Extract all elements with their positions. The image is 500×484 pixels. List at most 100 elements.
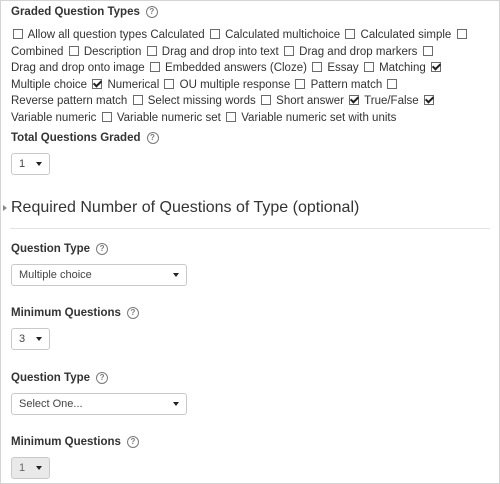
question-type-value: Select One...: [19, 398, 83, 410]
question-type-option: Drag and drop onto image: [11, 62, 162, 74]
question-type-option: Drag and drop into text: [162, 45, 296, 58]
question-type-option-label[interactable]: Numerical: [107, 79, 159, 91]
question-type-option-label[interactable]: Drag and drop into text: [162, 46, 279, 58]
question-type-option-label[interactable]: Matching: [379, 62, 426, 74]
collapse-arrow-icon[interactable]: [3, 205, 7, 211]
question-type-select[interactable]: Multiple choice: [11, 264, 187, 286]
question-type-option-label[interactable]: Embedded answers (Cloze): [165, 62, 307, 74]
question-type-option-label[interactable]: Select missing words: [148, 95, 256, 107]
checkbox[interactable]: [423, 95, 434, 105]
help-icon[interactable]: ?: [146, 132, 159, 144]
checkbox[interactable]: [260, 95, 271, 105]
question-type-option-label[interactable]: Essay: [327, 62, 358, 74]
question-type-option-label[interactable]: Calculated multichoice: [225, 29, 340, 41]
checkbox[interactable]: [68, 45, 79, 56]
minimum-questions-value: 3: [19, 333, 26, 345]
checkbox[interactable]: [209, 29, 220, 39]
graded-types-label-row: Graded Question Types ?: [11, 6, 158, 18]
question-type-option: Combined: [11, 45, 81, 58]
question-type-option: Select missing words: [148, 95, 273, 107]
question-type-option-label[interactable]: Description: [84, 46, 142, 58]
minimum-questions-label-row: Minimum Questions ?: [11, 436, 139, 448]
checkbox[interactable]: [283, 45, 294, 56]
caret-down-icon: [36, 466, 42, 470]
minimum-questions-select[interactable]: 3: [11, 328, 50, 350]
checkbox[interactable]: [101, 111, 112, 122]
question-type-option-label[interactable]: Allow all question types: [28, 29, 148, 41]
question-type-option-label[interactable]: Variable numeric set with units: [241, 112, 396, 124]
checkbox[interactable]: [345, 29, 356, 39]
caret-down-icon: [173, 273, 179, 277]
question-type-option-label[interactable]: Variable numeric set: [117, 112, 221, 124]
question-type-option: Numerical: [107, 78, 176, 91]
minimum-questions-label: Minimum Questions: [11, 307, 121, 319]
help-icon[interactable]: ?: [126, 436, 139, 448]
question-type-label-row: Question Type ?: [11, 372, 109, 384]
question-types-list: Allow all question types Calculated Calc…: [11, 27, 491, 126]
total-questions-value: 1: [19, 158, 26, 170]
question-type-option: Variable numeric set with units: [241, 112, 396, 124]
question-type-option-label[interactable]: OU multiple response: [180, 79, 291, 91]
checkbox[interactable]: [456, 29, 467, 39]
question-type-option: Calculated multichoice: [225, 29, 357, 41]
checkbox[interactable]: [387, 78, 398, 89]
checkbox[interactable]: [146, 45, 157, 56]
caret-down-icon: [36, 337, 42, 341]
question-type-option: Drag and drop markers: [299, 45, 434, 58]
question-type-option: Short answer: [276, 95, 361, 107]
checkbox[interactable]: [349, 95, 360, 105]
question-type-option-label[interactable]: Variable numeric: [11, 112, 96, 124]
question-type-label-row: Question Type ?: [11, 243, 109, 255]
help-icon[interactable]: ?: [96, 372, 109, 384]
question-type-option: Embedded answers (Cloze): [165, 62, 324, 74]
question-type-select[interactable]: Select One...: [11, 393, 187, 415]
checkbox[interactable]: [92, 78, 103, 89]
total-label-row: Total Questions Graded ?: [11, 132, 159, 144]
question-type-option: Multiple choice: [11, 78, 104, 91]
question-type-option: Matching: [379, 62, 443, 74]
checkbox[interactable]: [13, 29, 23, 39]
question-type-option: Allow all question types: [11, 29, 147, 41]
question-type-label: Question Type: [11, 243, 91, 255]
checkbox[interactable]: [164, 78, 175, 89]
graded-types-label: Graded Question Types: [11, 6, 140, 18]
question-type-value: Multiple choice: [19, 269, 92, 281]
question-type-option-label[interactable]: Reverse pattern match: [11, 95, 127, 107]
checkbox[interactable]: [295, 78, 306, 89]
question-type-option: Reverse pattern match: [11, 95, 145, 107]
question-type-option-label[interactable]: Multiple choice: [11, 79, 87, 91]
minimum-questions-label: Minimum Questions: [11, 436, 121, 448]
section-title[interactable]: Required Number of Questions of Type (op…: [11, 199, 359, 217]
section-divider: [10, 228, 490, 229]
help-icon[interactable]: ?: [145, 6, 158, 18]
checkbox[interactable]: [226, 111, 237, 122]
question-type-option: Essay: [327, 62, 376, 74]
checkbox[interactable]: [132, 95, 143, 105]
question-type-option-label[interactable]: Drag and drop markers: [299, 46, 417, 58]
checkbox[interactable]: [430, 62, 441, 72]
question-type-option: True/False: [364, 95, 436, 107]
minimum-questions-select-disabled: 1: [11, 457, 50, 479]
help-icon[interactable]: ?: [96, 243, 109, 255]
checkbox[interactable]: [363, 62, 374, 72]
question-type-option: Variable numeric: [11, 111, 114, 124]
question-type-option-label[interactable]: Drag and drop onto image: [11, 62, 145, 74]
question-type-option: Calculated: [150, 29, 222, 41]
checkbox[interactable]: [422, 45, 433, 56]
minimum-questions-label-row: Minimum Questions ?: [11, 307, 139, 319]
question-type-option: Calculated simple: [361, 29, 469, 41]
question-type-option-label[interactable]: Combined: [11, 46, 63, 58]
caret-down-icon: [36, 162, 42, 166]
help-icon[interactable]: ?: [126, 307, 139, 319]
question-type-option-label[interactable]: Calculated simple: [361, 29, 452, 41]
checkbox[interactable]: [312, 62, 323, 72]
question-type-option-label[interactable]: True/False: [364, 95, 419, 107]
checkbox[interactable]: [149, 62, 160, 72]
question-type-option-label[interactable]: Pattern match: [311, 79, 383, 91]
total-questions-label: Total Questions Graded: [11, 132, 141, 144]
question-type-label: Question Type: [11, 372, 91, 384]
question-type-option-label[interactable]: Calculated: [150, 29, 204, 41]
question-type-option: Pattern match: [311, 78, 400, 91]
question-type-option-label[interactable]: Short answer: [276, 95, 344, 107]
total-questions-select[interactable]: 1: [11, 153, 50, 175]
